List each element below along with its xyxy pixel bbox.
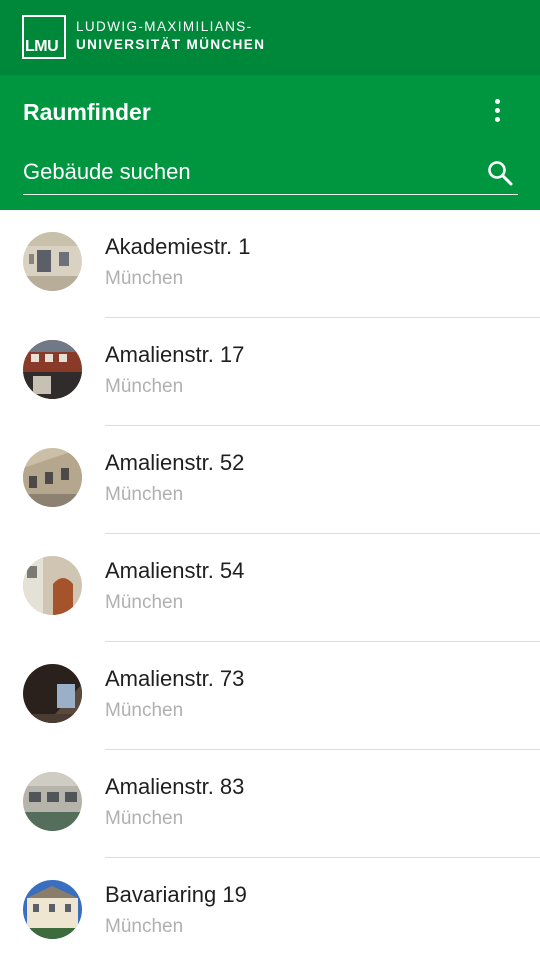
building-name: Amalienstr. 73 (105, 666, 245, 691)
lmu-logo: LMU (22, 15, 66, 59)
search-icon[interactable] (486, 159, 514, 187)
building-city: München (105, 916, 184, 937)
building-photo (23, 880, 82, 939)
building-photo (23, 772, 82, 831)
search-underline (23, 194, 518, 195)
building-list: Akademiestr. 1 München Amalienstr. 17 Mü… (0, 210, 540, 966)
building-city: München (105, 808, 184, 829)
list-item[interactable]: Amalienstr. 52 München (0, 426, 540, 534)
university-name-line2: UNIVERSITÄT MÜNCHEN (76, 37, 266, 52)
building-city: München (105, 484, 184, 505)
building-name: Amalienstr. 54 (105, 558, 245, 583)
building-city: München (105, 700, 184, 721)
logo-text: LMU (25, 38, 59, 55)
more-vert-icon[interactable] (482, 95, 514, 127)
building-name: Amalienstr. 17 (105, 342, 245, 367)
building-name: Amalienstr. 83 (105, 774, 245, 799)
building-photo (23, 448, 82, 507)
menu-dot (495, 117, 500, 122)
menu-dot (495, 108, 500, 113)
building-photo (23, 556, 82, 615)
app-bar: Raumfinder (0, 75, 540, 210)
building-name: Bavariaring 19 (105, 882, 247, 907)
building-city: München (105, 592, 184, 613)
building-name: Amalienstr. 52 (105, 450, 245, 475)
university-header: LMU LUDWIG-MAXIMILIANS- UNIVERSITÄT MÜNC… (0, 0, 540, 75)
page-title: Raumfinder (23, 99, 151, 125)
building-city: München (105, 376, 184, 397)
university-name-line1: LUDWIG-MAXIMILIANS- (76, 19, 253, 34)
list-item[interactable]: Amalienstr. 17 München (0, 318, 540, 426)
menu-dot (495, 99, 500, 104)
list-item[interactable]: Amalienstr. 73 München (0, 642, 540, 750)
list-item[interactable]: Bavariaring 19 München (0, 858, 540, 966)
building-photo (23, 340, 82, 399)
list-item[interactable]: Akademiestr. 1 München (0, 210, 540, 318)
list-item[interactable]: Amalienstr. 54 München (0, 534, 540, 642)
building-photo (23, 664, 82, 723)
building-name: Akademiestr. 1 (105, 234, 251, 259)
building-photo (23, 232, 82, 291)
list-item[interactable]: Amalienstr. 83 München (0, 750, 540, 858)
building-city: München (105, 268, 184, 289)
building-search-input[interactable] (23, 155, 473, 189)
